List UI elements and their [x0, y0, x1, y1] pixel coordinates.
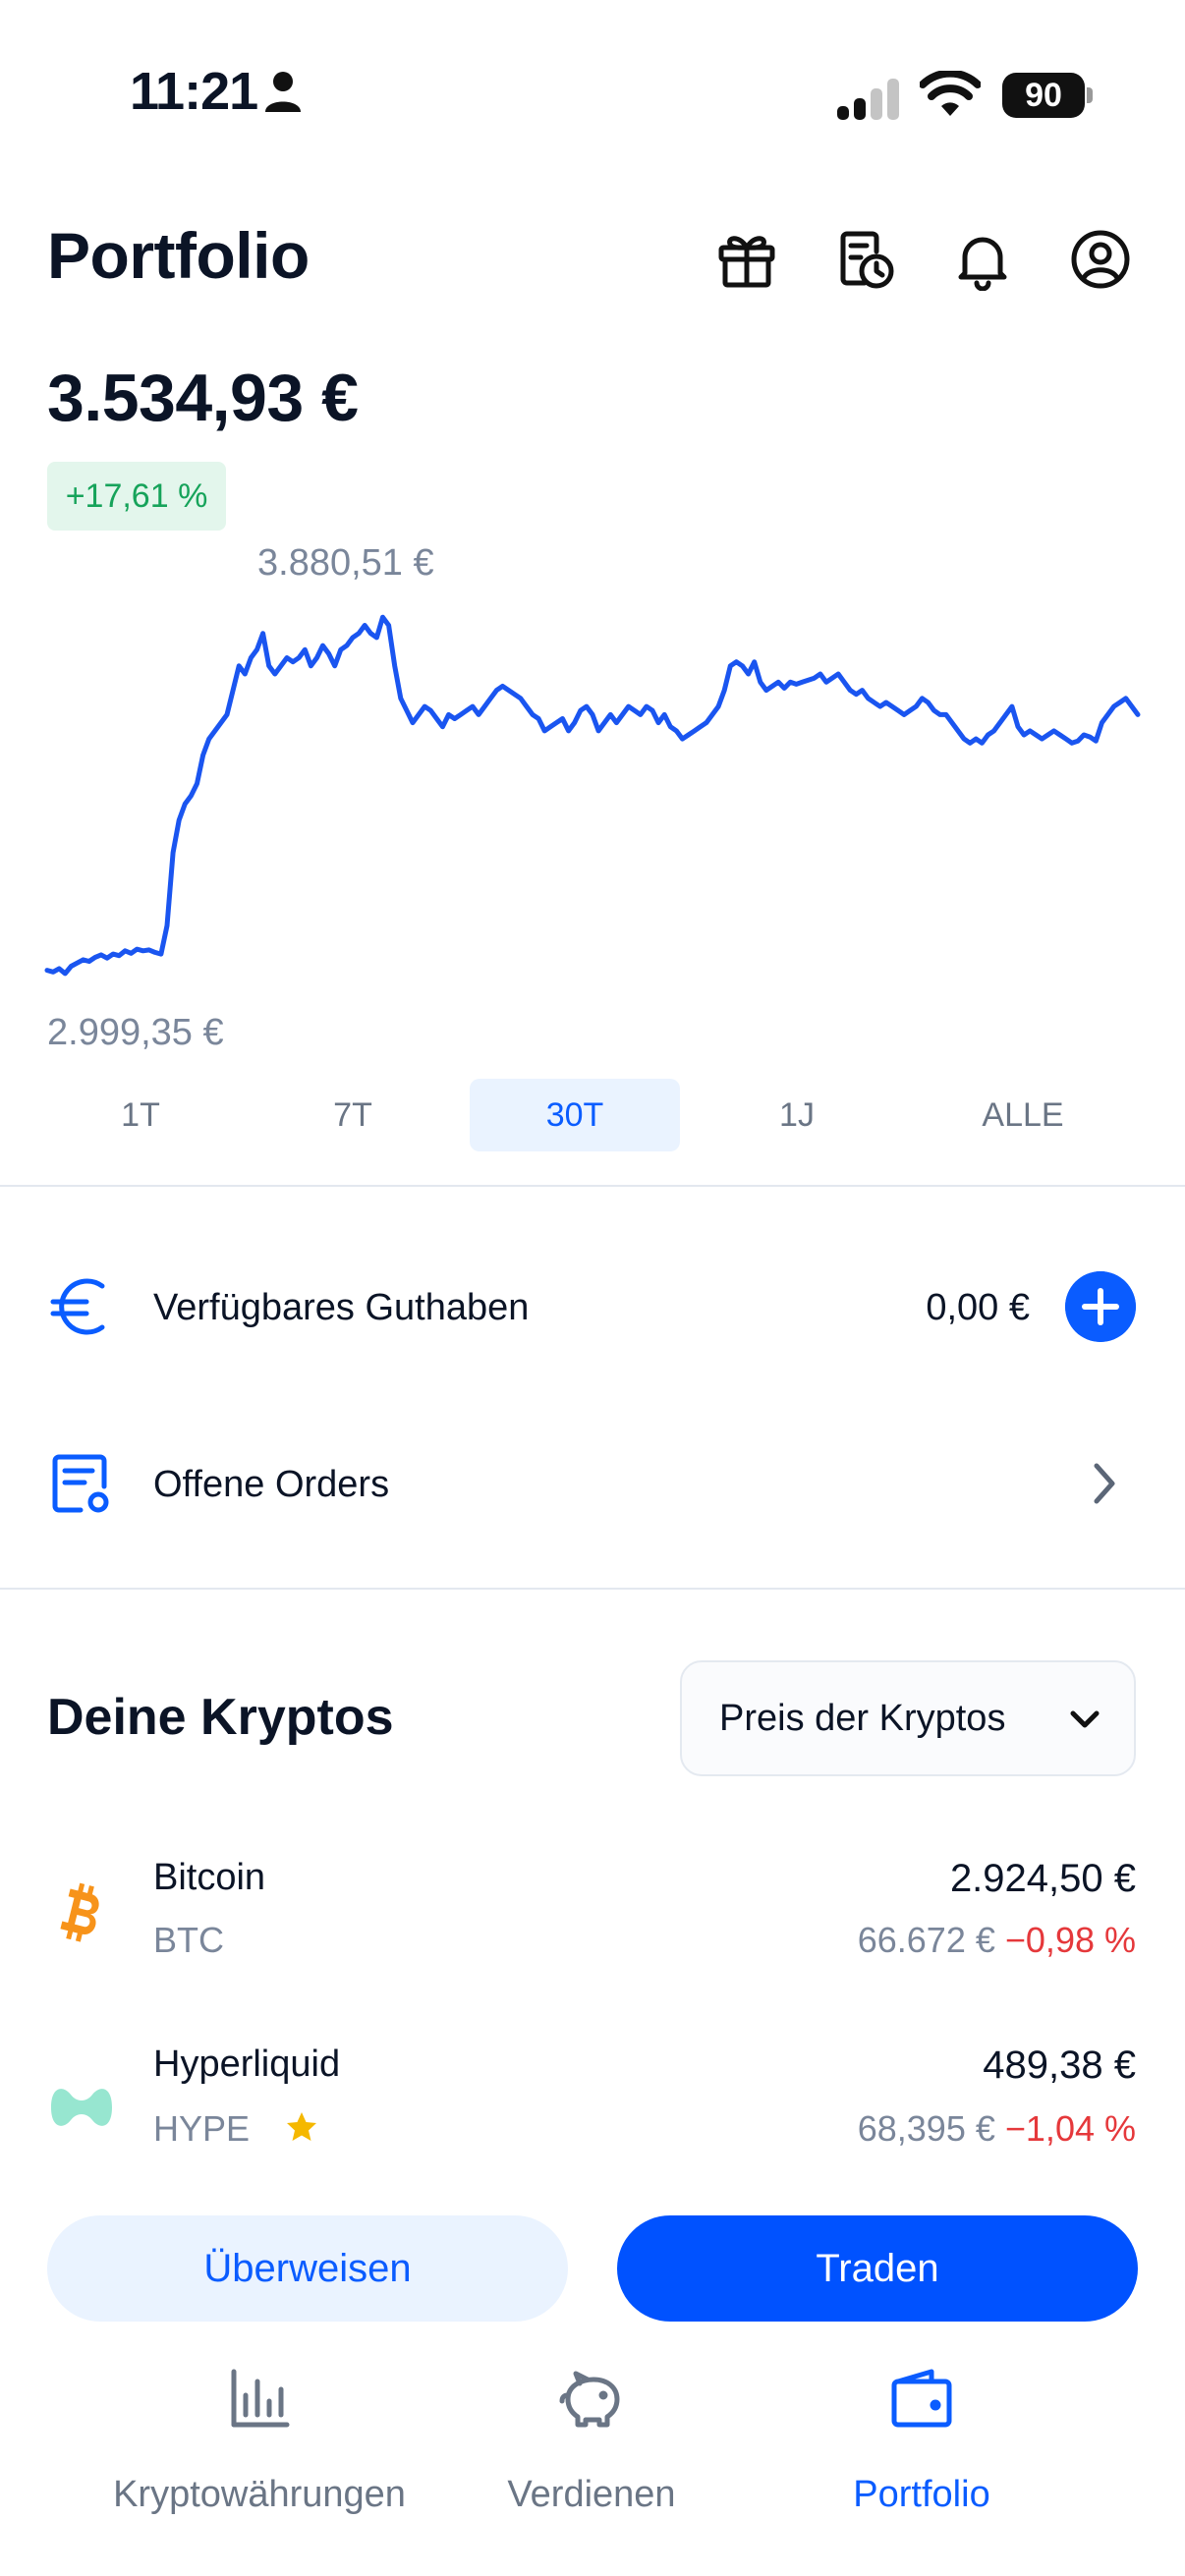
battery-level: 90 [1002, 73, 1085, 118]
page-title: Portfolio [47, 219, 310, 292]
portfolio-chart[interactable] [0, 531, 1185, 1061]
range-tab-1j[interactable]: 1J [696, 1079, 898, 1151]
sort-dropdown-label: Preis der Kryptos [719, 1698, 1006, 1739]
nav-item-earn[interactable]: Verdienen [415, 2358, 768, 2554]
chart-series-line [44, 614, 1141, 977]
trade-button[interactable]: Traden [617, 2215, 1138, 2322]
star-icon [287, 2112, 316, 2141]
nav-item-portfolio[interactable]: Portfolio [745, 2358, 1099, 2554]
chart-low-label: 2.999,35 € [47, 1012, 224, 1053]
asset-price-change: 66.672 € −0,98 % [858, 1920, 1136, 1961]
range-tab-alle[interactable]: ALLE [910, 1079, 1136, 1151]
bell-icon[interactable] [951, 228, 1014, 291]
divider [0, 1588, 1185, 1590]
profile-icon[interactable] [1069, 228, 1132, 291]
nav-item-cryptocurrencies[interactable]: Kryptowährungen [83, 2358, 436, 2554]
bar-chart-icon [231, 2369, 290, 2428]
bitcoin-logo [60, 1882, 99, 1942]
chevron-down-icon [1070, 1710, 1100, 1728]
asset-price-change: 68,395 € −1,04 % [858, 2108, 1136, 2150]
nav-label: Kryptowährungen [113, 2474, 406, 2515]
asset-change: −1,04 % [1004, 2108, 1136, 2149]
balance-value: 0,00 € [926, 1287, 1030, 1328]
wallet-icon [891, 2369, 952, 2428]
range-tabs: 1T 7T 30T 1J ALLE [39, 1079, 1146, 1151]
wifi-icon [920, 71, 981, 116]
open-orders-label: Offene Orders [153, 1464, 390, 1505]
divider [0, 1185, 1185, 1187]
person-icon [265, 72, 301, 112]
asset-value: 489,38 € [983, 2044, 1136, 2087]
range-tab-7t[interactable]: 7T [252, 1079, 454, 1151]
history-icon[interactable] [833, 228, 896, 291]
asset-price: 68,395 € [857, 2108, 995, 2149]
asset-value: 2.924,50 € [949, 1857, 1136, 1900]
asset-row-hyperliquid[interactable]: Hyperliquid HYPE 489,38 € 68,395 € −1,04… [0, 2030, 1185, 2187]
open-orders-row[interactable]: Offene Orders [0, 1425, 1185, 1542]
chevron-right-icon [1094, 1463, 1115, 1504]
asset-name: Hyperliquid [153, 2044, 341, 2085]
status-bar: 11:21 90 [0, 0, 1185, 187]
status-time: 11:21 [130, 62, 258, 121]
nav-label: Portfolio [853, 2474, 990, 2515]
sort-dropdown[interactable]: Preis der Kryptos [680, 1660, 1136, 1776]
euro-icon [50, 1278, 105, 1335]
balance-row[interactable]: Verfügbares Guthaben 0,00 € [0, 1248, 1185, 1366]
battery-indicator: 90 [1002, 73, 1093, 118]
cryptos-section-title: Deine Kryptos [47, 1689, 394, 1746]
piggy-bank-icon [559, 2371, 620, 2428]
gift-icon[interactable] [715, 228, 778, 291]
portfolio-total: 3.534,93 € [47, 361, 359, 435]
portfolio-change-badge: +17,61 % [47, 462, 226, 531]
nav-label: Verdienen [507, 2474, 676, 2515]
battery-tip [1087, 87, 1093, 103]
orders-icon [52, 1454, 109, 1513]
asset-name: Bitcoin [153, 1857, 266, 1898]
chart-svg [44, 614, 1141, 977]
add-funds-button[interactable] [1065, 1271, 1136, 1342]
asset-row-bitcoin[interactable]: Bitcoin BTC 2.924,50 € 66.672 € −0,98 % [0, 1837, 1185, 1994]
transfer-button[interactable]: Überweisen [47, 2215, 568, 2322]
range-tab-1t[interactable]: 1T [39, 1079, 242, 1151]
asset-symbol: BTC [153, 1920, 224, 1960]
balance-label: Verfügbares Guthaben [153, 1287, 530, 1328]
cellular-signal-icon [837, 79, 899, 120]
asset-symbol: HYPE [153, 2108, 251, 2149]
hyperliquid-logo [51, 2089, 112, 2126]
range-tab-30t[interactable]: 30T [470, 1079, 680, 1151]
asset-price: 66.672 € [857, 1920, 995, 1960]
asset-change: −0,98 % [1004, 1920, 1136, 1960]
